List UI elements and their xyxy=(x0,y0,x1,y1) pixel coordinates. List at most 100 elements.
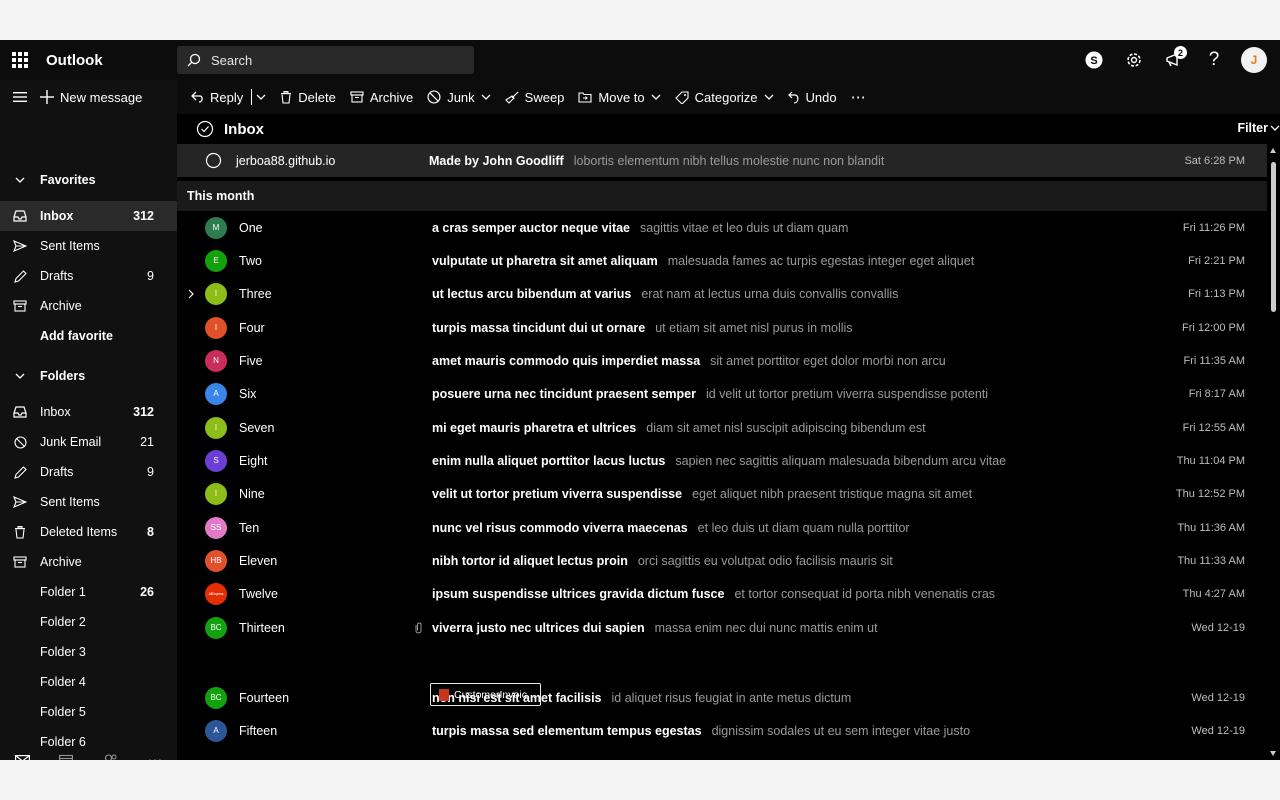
folder-item-folder-1[interactable]: Folder 1 26 xyxy=(0,577,177,607)
message-row[interactable]: N Five amet mauris commodo quis imperdiet … xyxy=(177,344,1267,377)
favorites-item-inbox[interactable]: Inbox 312 xyxy=(0,201,177,231)
mail-icon[interactable] xyxy=(0,754,44,760)
select-checkbox-icon[interactable] xyxy=(205,152,222,169)
message-date: Fri 12:55 AM xyxy=(1182,421,1245,434)
message-row[interactable]: M One a cras semper auctor neque vitae sagi… xyxy=(177,211,1267,244)
inbox-icon xyxy=(0,406,40,418)
undo-icon xyxy=(787,91,799,104)
message-preview: sapien nec sagittis aliquam malesuada bi… xyxy=(675,453,1007,468)
attachment-chip[interactable]: CustomerInvoic... xyxy=(430,683,541,706)
junk-button[interactable]: Junk xyxy=(427,90,491,105)
more-apps-icon[interactable]: ⋯ xyxy=(133,751,177,760)
message-subject: posuere urna nec tincidunt praesent semp… xyxy=(432,386,696,401)
delete-button[interactable]: Delete xyxy=(280,90,336,105)
pdf-file-icon xyxy=(439,688,449,701)
message-preview: id aliquet risus feugiat in ante metus d… xyxy=(611,690,852,705)
people-icon[interactable] xyxy=(89,753,133,760)
folder-item-folder-4[interactable]: Folder 4 xyxy=(0,667,177,697)
scroll-up-arrow-icon[interactable] xyxy=(1270,148,1276,153)
folder-item-archive[interactable]: Archive xyxy=(0,547,177,577)
folder-item-sent-items[interactable]: Sent Items xyxy=(0,487,177,517)
account-avatar[interactable]: J xyxy=(1238,44,1270,76)
add-favorite-link[interactable]: Add favorite xyxy=(0,321,177,351)
sender-avatar: I xyxy=(205,482,227,505)
more-actions-button[interactable]: ⋯ xyxy=(851,88,866,106)
categorize-button[interactable]: Categorize xyxy=(674,90,774,105)
whats-new-megaphone-icon[interactable]: 2 xyxy=(1158,44,1190,76)
folder-item-drafts[interactable]: Drafts 9 xyxy=(0,457,177,487)
sender-avatar: AliExpress xyxy=(205,582,227,605)
trash-icon xyxy=(281,90,292,104)
message-row[interactable]: SS Ten nunc vel risus commodo viverra maec… xyxy=(177,511,1267,544)
message-subject: turpis massa tincidunt dui ut ornare xyxy=(432,320,646,335)
app-launcher-icon[interactable] xyxy=(12,52,28,68)
skype-icon[interactable]: S xyxy=(1078,44,1110,76)
sender-avatar: N xyxy=(205,349,227,372)
calendar-icon[interactable] xyxy=(44,754,88,760)
favorites-item-archive[interactable]: Archive xyxy=(0,291,177,321)
trash-icon xyxy=(0,525,40,539)
message-preview: sagittis vitae et leo duis ut diam quam xyxy=(640,220,849,235)
move-to-button[interactable]: Move to xyxy=(578,90,661,105)
message-date: Thu 11:36 AM xyxy=(1177,521,1245,534)
chevron-right-icon[interactable] xyxy=(177,289,205,299)
message-row[interactable]: S Eight enim nulla aliquet porttitor lacus… xyxy=(177,444,1267,477)
chevron-down-icon xyxy=(1270,125,1280,131)
sender-avatar: A xyxy=(205,719,227,742)
scrollbar-thumb[interactable] xyxy=(1271,162,1276,312)
message-subject: mi eget mauris pharetra et ultrices xyxy=(432,420,637,435)
settings-gear-icon[interactable] xyxy=(1118,44,1150,76)
chevron-down-icon xyxy=(0,373,40,379)
select-all-checkbox-icon[interactable] xyxy=(196,120,214,138)
message-subject: velit ut tortor pretium viverra suspendi… xyxy=(432,486,683,501)
help-icon[interactable]: ? xyxy=(1198,44,1230,76)
message-row[interactable]: A Fifteen turpis massa sed elementum tempu… xyxy=(177,714,1267,747)
folder-item-deleted-items[interactable]: Deleted Items 8 xyxy=(0,517,177,547)
sender-name: Four xyxy=(239,320,265,335)
reply-options-dropdown[interactable] xyxy=(256,94,266,100)
outlook-window: Outlook S 2 ? J xyxy=(0,40,1280,760)
scroll-down-arrow-icon[interactable] xyxy=(1270,751,1276,756)
message-row[interactable]: A Six posuere urna nec tincidunt praesent … xyxy=(177,377,1267,410)
undo-button[interactable]: Undo xyxy=(787,90,837,105)
folder-item-junk-email[interactable]: Junk Email 21 xyxy=(0,427,177,457)
message-row[interactable]: I Four turpis massa tincidunt dui ut ornar… xyxy=(177,311,1267,344)
reply-button[interactable]: Reply xyxy=(191,90,243,105)
hamburger-menu-icon[interactable] xyxy=(0,91,40,103)
message-list-scrollbar[interactable] xyxy=(1267,144,1280,760)
new-message-button[interactable]: New message xyxy=(40,90,142,105)
message-row[interactable]: BC Thirteen viverra justo nec ultrices dui… xyxy=(177,611,1267,644)
message-preview: diam sit amet nisl suscipit adipiscing b… xyxy=(646,420,926,435)
folder-item-folder-2[interactable]: Folder 2 xyxy=(0,607,177,637)
folders-header[interactable]: Folders xyxy=(0,361,177,391)
chevron-down-icon xyxy=(764,94,773,100)
sweep-button[interactable]: Sweep xyxy=(504,90,564,105)
message-row[interactable]: BC Fourteen non nisi est sit amet facilisi… xyxy=(177,681,1267,714)
folder-item-folder-3[interactable]: Folder 3 xyxy=(0,637,177,667)
sender-avatar: BC xyxy=(205,686,227,709)
message-row[interactable]: I Nine velit ut tortor pretium viverra sus… xyxy=(177,477,1267,510)
message-row[interactable]: AliExpress Twelve ipsum suspendisse ultric… xyxy=(177,577,1267,610)
sender-avatar: M xyxy=(205,216,227,239)
message-row-pinned[interactable]: jerboa88.github.io Made by John Goodliff… xyxy=(177,144,1267,177)
sender-avatar: S xyxy=(205,449,227,472)
message-row[interactable]: E Two vulputate ut pharetra sit amet aliqu… xyxy=(177,244,1267,277)
search-icon xyxy=(187,53,201,67)
search-input[interactable] xyxy=(211,52,451,68)
favorites-item-sent-items[interactable]: Sent Items xyxy=(0,231,177,261)
pencil-icon xyxy=(0,269,40,283)
message-subject: ut lectus arcu bibendum at varius xyxy=(432,286,632,301)
message-row[interactable]: I Three ut lectus arcu bibendum at varius e… xyxy=(177,277,1267,310)
message-row[interactable]: I Seven mi eget mauris pharetra et ultrice… xyxy=(177,411,1267,444)
chevron-down-icon xyxy=(0,177,40,183)
folder-item-inbox[interactable]: Inbox 312 xyxy=(0,397,177,427)
favorites-item-drafts[interactable]: Drafts 9 xyxy=(0,261,177,291)
app-title[interactable]: Outlook xyxy=(46,52,103,69)
filter-dropdown[interactable]: Filter xyxy=(1237,121,1280,135)
folder-item-folder-5[interactable]: Folder 5 xyxy=(0,697,177,727)
message-row[interactable]: HB Eleven nibh tortor id aliquet lectus pr… xyxy=(177,544,1267,577)
favorites-header[interactable]: Favorites xyxy=(0,165,177,195)
archive-button[interactable]: Archive xyxy=(350,90,413,105)
plus-icon xyxy=(40,90,54,104)
search-box[interactable] xyxy=(177,46,474,74)
